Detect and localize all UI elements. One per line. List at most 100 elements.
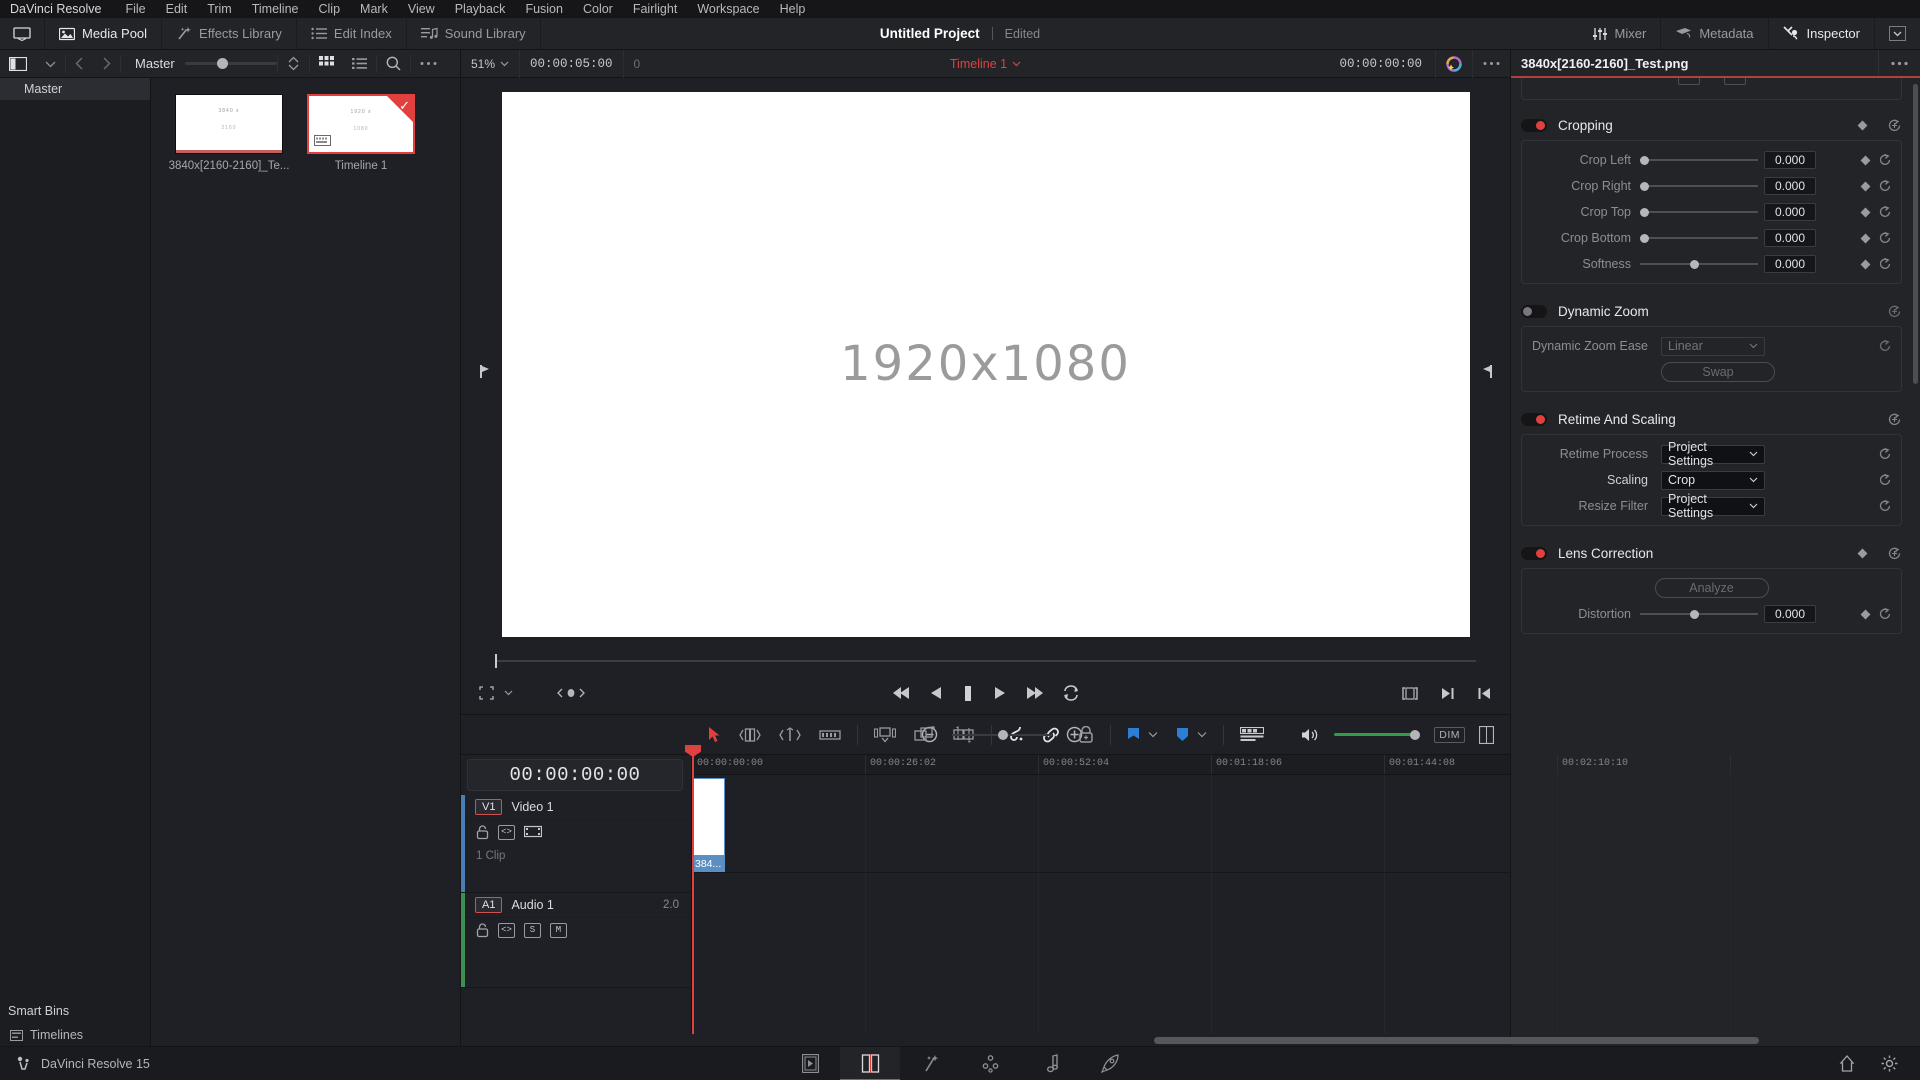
timeline-zoom-slider[interactable] [952,725,1053,745]
distortion-slider[interactable] [1640,601,1758,627]
dynamic-zoom-enable-toggle[interactable] [1521,304,1547,318]
viewer-out-marker[interactable] [1470,351,1504,378]
cropping-enable-toggle[interactable] [1521,118,1547,132]
bin-view-dropdown[interactable] [36,50,65,78]
deliver-page-button[interactable] [1080,1047,1140,1080]
resize-filter-select[interactable]: Project Settings [1661,492,1765,520]
menu-item-view[interactable]: View [398,0,445,18]
flag-icon[interactable] [1127,727,1140,743]
crop-bottom-value[interactable]: 0.000 [1764,229,1816,247]
mute-icon[interactable]: M [550,922,567,938]
reset-all-icon[interactable] [1887,118,1902,133]
softness-value[interactable]: 0.000 [1764,255,1816,273]
search-icon[interactable] [377,50,410,78]
reset-all-icon[interactable] [1887,412,1902,427]
selection-tool-icon[interactable] [708,726,721,743]
keyframe-icon[interactable] [1857,548,1868,558]
keyframe-icon[interactable] [1860,181,1871,191]
inspector-scroll-area[interactable]: Cropping Crop Left 0.000 Crop Right 0.00… [1511,78,1920,1046]
play-button[interactable] [993,685,1007,701]
menu-item-edit[interactable]: Edit [156,0,198,18]
mixer-button[interactable]: Mixer [1579,18,1662,49]
lock-icon[interactable] [476,824,489,840]
timeline-horizontal-scroll-area[interactable] [461,1034,1759,1046]
menu-item-fusion[interactable]: Fusion [515,0,573,18]
track-badge-v1[interactable]: V1 [475,799,503,815]
distortion-value[interactable]: 0.000 [1764,605,1816,623]
track-name-v1[interactable]: Video 1 [511,800,553,814]
track-name-a1[interactable]: Audio 1 [511,898,553,912]
section-header-cropping[interactable]: Cropping [1521,110,1902,140]
position-lock-icon[interactable] [1078,726,1094,743]
softness-slider[interactable] [1640,251,1758,277]
alignment-button-left[interactable] [1677,78,1700,85]
keyframe-icon[interactable] [1857,120,1868,130]
viewer-color-wheel-button[interactable] [1435,49,1473,78]
retime-scaling-enable-toggle[interactable] [1521,412,1547,426]
bin-item-master[interactable]: Master [0,78,150,100]
reset-icon[interactable] [1878,179,1892,193]
menu-item-davinci-resolve[interactable]: DaVinci Resolve [8,0,115,18]
solo-icon[interactable]: S [524,922,541,938]
viewer-in-marker[interactable] [468,351,502,378]
menu-item-help[interactable]: Help [770,0,816,18]
auto-select-icon[interactable]: <> [498,824,515,840]
marker-dropdown-icon[interactable] [1197,731,1207,738]
menu-item-clip[interactable]: Clip [309,0,351,18]
menu-item-timeline[interactable]: Timeline [242,0,309,18]
back-button[interactable] [66,50,93,78]
retime-process-select[interactable]: Project Settings [1661,440,1765,468]
media-pool-item-source[interactable]: 3840 x 2160 3840x[2160-2160]_Te... [169,94,289,172]
section-header-lens-correction[interactable]: Lens Correction [1521,538,1902,568]
reset-icon[interactable] [1878,339,1892,353]
viewer-scrubber[interactable] [461,650,1510,672]
keyframe-icon[interactable] [1860,259,1871,269]
fusion-page-button[interactable] [900,1047,960,1080]
stop-button[interactable] [961,685,975,702]
keyframe-icon[interactable] [1860,207,1871,217]
audio-track-lane[interactable] [692,873,1510,968]
crop-top-value[interactable]: 0.000 [1764,203,1816,221]
video-preview[interactable]: 1920x1080 [501,91,1470,637]
forward-button[interactable] [93,50,120,78]
sound-library-button[interactable]: Sound Library [407,18,541,49]
timeline-thumbnail[interactable]: 1920 x 1080 ✓ [307,94,415,154]
flag-dropdown-icon[interactable] [1148,731,1158,738]
reset-all-icon[interactable] [1887,546,1902,561]
jump-to-start-button[interactable] [891,685,911,701]
section-header-retime-and-scaling[interactable]: Retime And Scaling [1521,404,1902,434]
dynamic-trim-mode-icon[interactable] [778,726,801,743]
scaling-select[interactable]: Crop [1661,470,1765,490]
timeline-canvas[interactable]: 00:00:00:00 00:00:26:02 00:00:52:04 00:0… [685,745,1731,1034]
swap-button[interactable]: Swap [1661,362,1775,382]
reset-icon[interactable] [1878,447,1892,461]
toggle-panels-button[interactable] [0,18,45,49]
menu-item-file[interactable]: File [115,0,155,18]
lock-icon[interactable] [476,922,489,938]
reset-icon[interactable] [1878,607,1892,621]
play-reverse-button[interactable] [929,685,943,701]
timeline-view-options-icon[interactable] [1239,727,1264,742]
keyframe-icon[interactable] [1860,609,1871,619]
reset-icon[interactable] [1878,153,1892,167]
viewer-duration-timecode[interactable]: 00:00:05:00 [520,49,624,78]
menu-item-fairlight[interactable]: Fairlight [623,0,687,18]
crop-right-value[interactable]: 0.000 [1764,177,1816,195]
reset-icon[interactable] [1878,205,1892,219]
audio-volume-slider[interactable] [1334,725,1421,745]
reset-all-icon[interactable] [1887,304,1902,319]
analyze-button[interactable]: Analyze [1654,578,1769,598]
viewer-current-timecode[interactable]: 00:00:00:00 [1326,57,1435,71]
track-badge-a1[interactable]: A1 [475,897,503,913]
reset-icon[interactable] [1878,231,1892,245]
menu-item-playback[interactable]: Playback [445,0,516,18]
crop-left-slider[interactable] [1640,147,1758,173]
metadata-button[interactable]: Metadata [1661,18,1769,49]
loop-button[interactable] [1063,685,1080,701]
more-options-icon[interactable] [1878,50,1920,76]
menu-item-workspace[interactable]: Workspace [687,0,769,18]
trim-edit-mode-icon[interactable] [738,727,761,743]
edit-page-button[interactable] [840,1046,900,1080]
insert-clip-icon[interactable] [873,726,896,743]
media-pool-item-timeline[interactable]: 1920 x 1080 ✓ Timeline 1 [307,94,415,172]
